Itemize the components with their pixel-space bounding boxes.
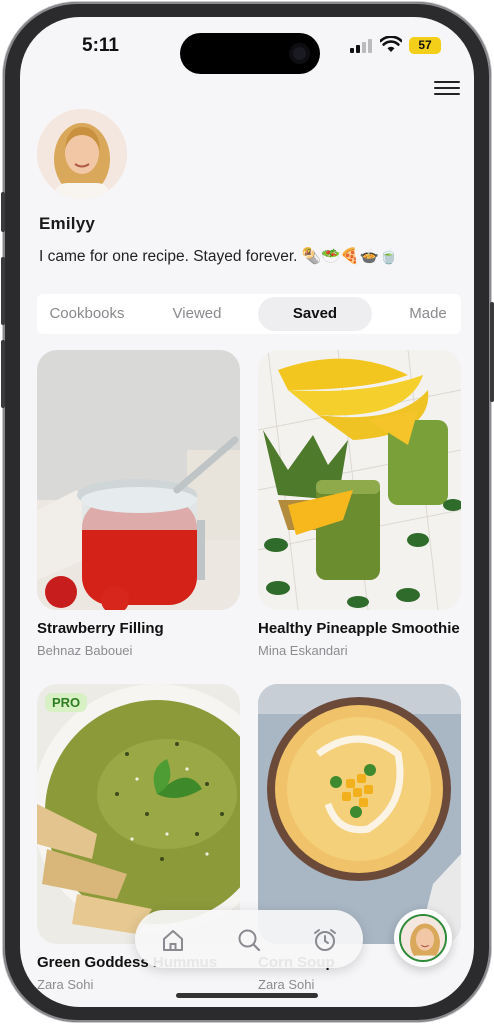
wifi-icon (380, 36, 402, 52)
profile-tabs: Cookbooks Viewed Saved Made (37, 294, 461, 334)
home-icon[interactable] (159, 926, 187, 954)
signal-icon (350, 39, 372, 53)
recipe-author: Behnaz Babouei (37, 643, 133, 658)
profile-avatar-button[interactable] (394, 909, 452, 967)
tab-viewed[interactable]: Viewed (151, 297, 243, 331)
recipe-author: Zara Sohi (258, 977, 315, 992)
tab-cookbooks[interactable]: Cookbooks (41, 297, 133, 331)
home-indicator (176, 993, 318, 998)
battery-indicator: 57 (409, 37, 441, 54)
dynamic-island (180, 33, 320, 74)
status-time: 5:11 (82, 35, 119, 56)
pro-badge: PRO (45, 693, 88, 712)
status-bar: 5:11 57 (20, 17, 474, 74)
recipe-title[interactable]: Strawberry Filling (37, 620, 240, 637)
recipe-image-smoothie[interactable] (258, 350, 461, 610)
recipe-image-soup[interactable] (258, 684, 461, 944)
profile-name: Emilyy (39, 214, 96, 233)
tab-saved[interactable]: Saved (258, 297, 372, 331)
profile-bio: I came for one recipe. Stayed forever. 🌯… (39, 248, 399, 265)
recipe-image-strawberry[interactable] (37, 350, 240, 610)
alarm-clock-icon[interactable] (311, 926, 339, 954)
recipe-image-hummus[interactable]: PRO (37, 684, 240, 944)
recipe-author: Mina Eskandari (258, 643, 348, 658)
tab-made[interactable]: Made (387, 297, 469, 331)
user-portrait-icon (401, 916, 445, 960)
recipe-title[interactable]: Healthy Pineapple Smoothie (258, 620, 461, 637)
bottom-nav-bar (135, 910, 363, 968)
menu-button[interactable] (434, 77, 460, 99)
phone-frame: 5:11 57 Emilyy I came for one recipe. St… (1, 2, 494, 1022)
hamburger-icon (434, 81, 460, 83)
user-portrait-icon (37, 109, 127, 199)
profile-avatar[interactable] (37, 109, 127, 199)
recipe-author: Zara Sohi (37, 977, 94, 992)
search-icon[interactable] (235, 926, 263, 954)
app-screen: 5:11 57 Emilyy I came for one recipe. St… (20, 17, 474, 1007)
